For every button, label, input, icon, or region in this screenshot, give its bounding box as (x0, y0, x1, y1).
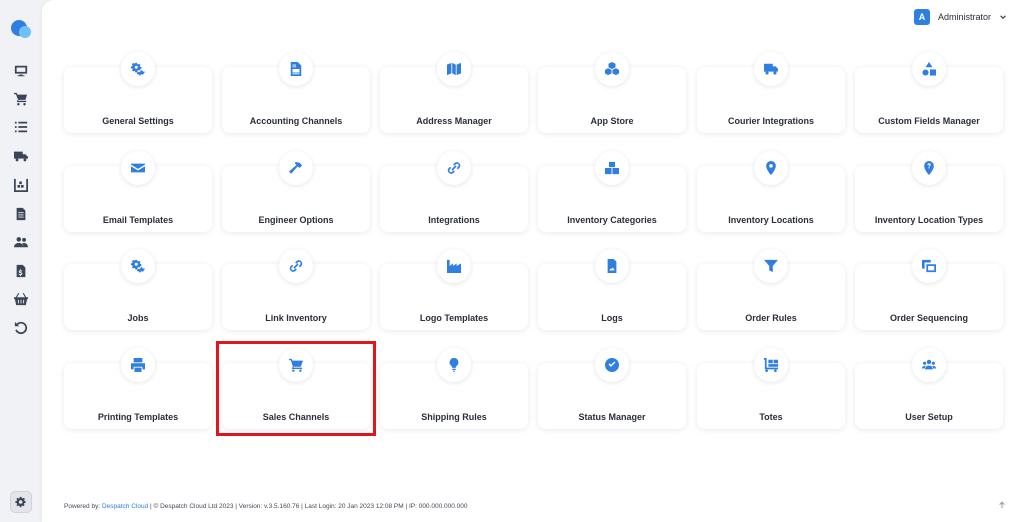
avatar: A (913, 9, 930, 25)
users-icon (912, 348, 946, 382)
tile-order-rules[interactable]: Order Rules (697, 249, 845, 330)
cogs-icon (14, 496, 26, 507)
cubes-icon (595, 52, 629, 86)
tile-sales-channels[interactable]: Sales Channels (222, 348, 370, 429)
tile-status-manager[interactable]: Status Manager (538, 348, 686, 429)
tile-label: Email Templates (102, 215, 174, 225)
check-circle-icon (595, 348, 629, 382)
tile-label: Logo Templates (419, 313, 489, 323)
footer-prefix: Powered by: (64, 503, 102, 510)
tile-label: Sales Channels (262, 412, 330, 422)
tile-user-setup[interactable]: User Setup (855, 348, 1003, 429)
tile-label: Logs (601, 313, 623, 323)
tile-logo-templates[interactable]: Logo Templates (380, 249, 528, 330)
list-icon[interactable] (12, 118, 30, 136)
tile-label: Jobs (127, 313, 149, 323)
footer-info: | © Despatch Cloud Ltd 2023 | Version: v… (148, 503, 468, 510)
tile-label: General Settings (102, 116, 174, 126)
tile-label: Order Sequencing (889, 313, 969, 323)
tile-integrations[interactable]: Integrations (380, 151, 528, 232)
tile-courier-integrations[interactable]: Courier Integrations (697, 52, 845, 133)
sidebar (0, 0, 42, 522)
tile-email-templates[interactable]: Email Templates (64, 151, 212, 232)
tile-label: Inventory Categories (567, 215, 657, 225)
tile-totes[interactable]: Totes (697, 348, 845, 429)
tile-order-sequencing[interactable]: Order Sequencing (855, 249, 1003, 330)
invoice-icon[interactable] (12, 262, 30, 280)
filter-icon (754, 249, 788, 283)
scroll-top-icon[interactable] (997, 500, 1007, 510)
tile-label: Accounting Channels (249, 116, 343, 126)
footer-link[interactable]: Despatch Cloud (102, 503, 148, 510)
tile-label: Custom Fields Manager (878, 116, 980, 126)
tile-label: Order Rules (745, 313, 797, 323)
cogs-icon (121, 52, 155, 86)
tile-logs[interactable]: Logs (538, 249, 686, 330)
footer: Powered by: Despatch Cloud | © Despatch … (64, 503, 468, 510)
tile-custom-fields-manager[interactable]: Custom Fields Manager (855, 52, 1003, 133)
tile-engineer-options[interactable]: Engineer Options (222, 151, 370, 232)
tile-label: Inventory Location Types (874, 215, 984, 225)
tile-label: Courier Integrations (727, 116, 814, 126)
tile-app-store[interactable]: App Store (538, 52, 686, 133)
file-invoice-icon (279, 52, 313, 86)
tile-inventory-locations[interactable]: Inventory Locations (697, 151, 845, 232)
shapes-icon (912, 52, 946, 86)
boxes-icon (595, 151, 629, 185)
clone-icon (912, 249, 946, 283)
tile-printing-templates[interactable]: Printing Templates (64, 348, 212, 429)
link-icon (437, 151, 471, 185)
tile-label: Totes (759, 412, 783, 422)
tile-inventory-location-types[interactable]: Inventory Location Types (855, 151, 1003, 232)
user-menu[interactable]: A Administrator (913, 9, 1007, 25)
hammer-icon (279, 151, 313, 185)
tile-label: Integrations (428, 215, 480, 225)
cart-icon[interactable] (12, 90, 30, 108)
envelope-icon (121, 151, 155, 185)
tile-label: Engineer Options (258, 215, 334, 225)
tile-label: Address Manager (416, 116, 492, 126)
map-marker-question-icon (912, 151, 946, 185)
truck-icon[interactable] (12, 147, 30, 165)
dolly-icon (754, 348, 788, 382)
tile-link-inventory[interactable]: Link Inventory (222, 249, 370, 330)
tile-accounting-channels[interactable]: Accounting Channels (222, 52, 370, 133)
tile-inventory-categories[interactable]: Inventory Categories (538, 151, 686, 232)
user-name: Administrator (937, 12, 991, 22)
tile-label: Printing Templates (97, 412, 179, 422)
chevron-down-icon (999, 13, 1007, 21)
link-icon (279, 249, 313, 283)
users-icon[interactable] (12, 233, 30, 251)
map-marker-icon (754, 151, 788, 185)
lightbulb-icon (437, 348, 471, 382)
warehouse-icon[interactable] (12, 176, 30, 194)
document-icon[interactable] (12, 205, 30, 223)
truck-icon (754, 52, 788, 86)
shopping-cart-icon (279, 348, 313, 382)
tile-jobs[interactable]: Jobs (64, 249, 212, 330)
monitor-icon[interactable] (12, 62, 30, 80)
tile-shipping-rules[interactable]: Shipping Rules (380, 348, 528, 429)
tile-label: Status Manager (578, 412, 646, 422)
tile-label: App Store (590, 116, 634, 126)
map-icon (437, 52, 471, 86)
industry-icon (437, 249, 471, 283)
tile-label: Link Inventory (265, 313, 327, 323)
basket-icon[interactable] (12, 290, 30, 308)
tile-address-manager[interactable]: Address Manager (380, 52, 528, 133)
settings-button[interactable] (10, 491, 32, 513)
tile-label: Shipping Rules (421, 412, 487, 422)
app-logo[interactable] (11, 20, 33, 40)
tile-label: User Setup (905, 412, 953, 422)
cogs-icon (121, 249, 155, 283)
tile-label: Inventory Locations (728, 215, 814, 225)
tile-general-settings[interactable]: General Settings (64, 52, 212, 133)
print-icon (121, 348, 155, 382)
file-image-icon (595, 249, 629, 283)
history-icon[interactable] (12, 319, 30, 337)
